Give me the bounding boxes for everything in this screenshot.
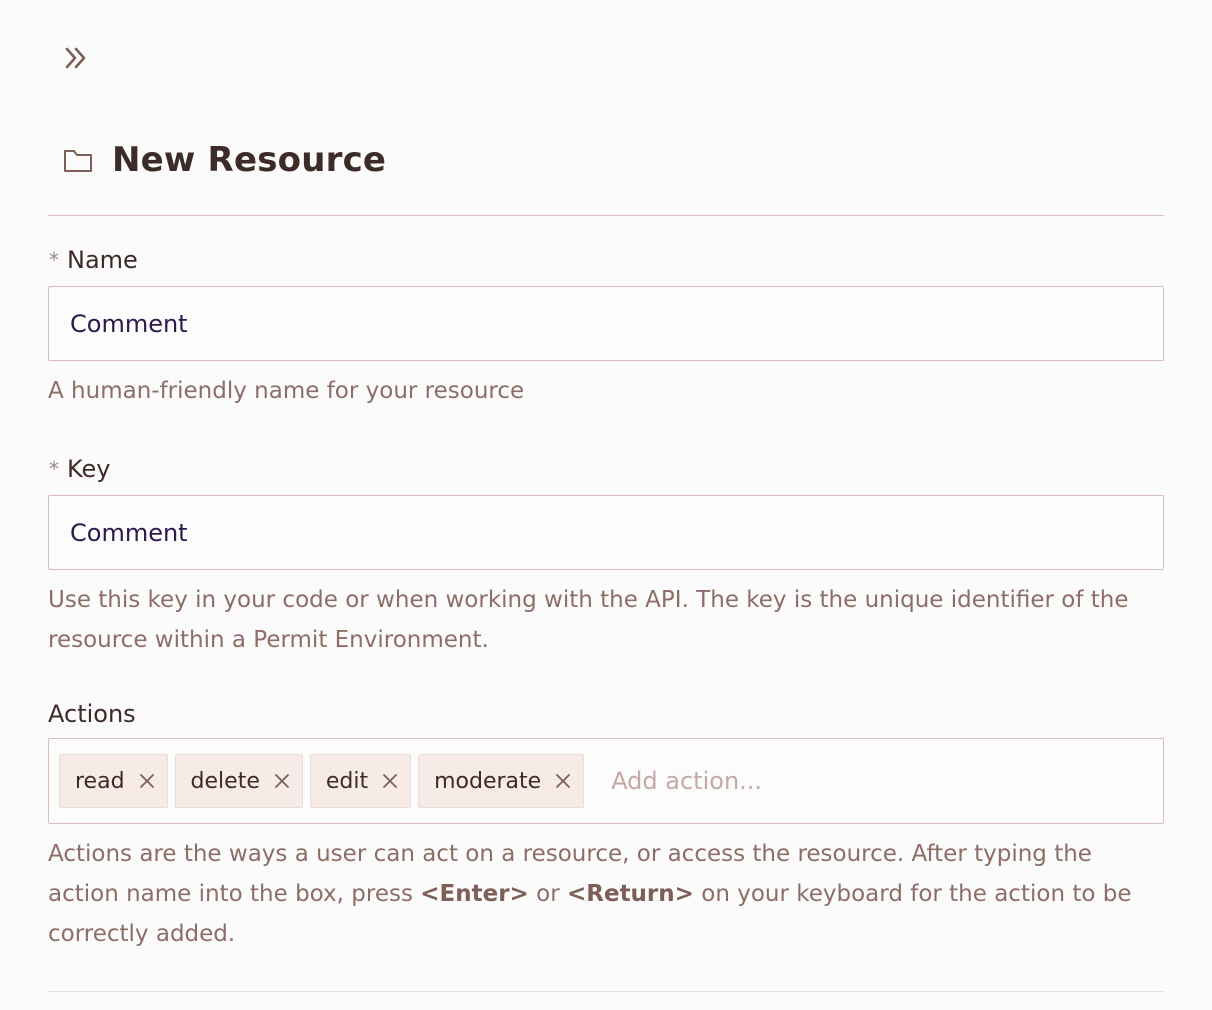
action-tag-delete: delete: [174, 754, 303, 808]
required-mark: *: [49, 457, 59, 481]
return-key-hint: <Return>: [566, 881, 694, 907]
add-action-input[interactable]: [609, 766, 1014, 796]
action-tag-label: delete: [190, 768, 260, 794]
enter-key-hint: <Enter>: [420, 881, 529, 907]
remove-tag-read-button[interactable]: [138, 772, 156, 790]
remove-tag-edit-button[interactable]: [381, 772, 399, 790]
action-tag-label: read: [75, 768, 125, 794]
header-divider: [48, 215, 1164, 216]
name-help-text: A human-friendly name for your resource: [48, 378, 525, 404]
actions-help-part2: or: [528, 881, 567, 907]
expand-sidebar-button[interactable]: [56, 40, 96, 80]
actions-help-text: Actions are the ways a user can act on a…: [48, 834, 1164, 954]
actions-field-group: Actions read delete edit moderate Add ac…: [48, 699, 1164, 954]
double-chevron-right-icon: [62, 44, 90, 76]
close-icon: [274, 774, 289, 788]
close-icon: [556, 774, 571, 788]
name-input[interactable]: [48, 286, 1164, 361]
remove-tag-delete-button[interactable]: [273, 772, 291, 790]
name-label: * Name: [48, 245, 1164, 275]
remove-tag-moderate-button[interactable]: [554, 772, 572, 790]
actions-tag-input[interactable]: read delete edit moderate: [48, 738, 1164, 824]
key-help-text: Use this key in your code or when workin…: [48, 587, 1129, 653]
key-input[interactable]: [48, 495, 1164, 570]
action-tag-moderate: moderate: [418, 754, 585, 808]
close-icon: [139, 774, 154, 788]
action-tag-label: moderate: [434, 768, 542, 794]
page-header: New Resource: [48, 130, 1164, 190]
name-label-text: Name: [67, 246, 138, 274]
required-mark: *: [49, 248, 59, 272]
action-tag-read: read: [59, 754, 168, 808]
key-label: * Key: [48, 454, 1164, 484]
action-tag-label: edit: [325, 768, 369, 794]
name-field-group: * Name A human-friendly name for your re…: [48, 245, 1164, 411]
key-label-text: Key: [67, 455, 111, 483]
folder-icon: [62, 144, 94, 176]
footer-divider: [48, 991, 1164, 992]
action-tag-edit: edit: [309, 754, 412, 808]
close-icon: [383, 774, 398, 788]
new-resource-page: New Resource * Name A human-friendly nam…: [0, 0, 1212, 1010]
actions-label: Actions: [48, 699, 1164, 729]
actions-label-text: Actions: [48, 700, 136, 728]
key-field-group: * Key Use this key in your code or when …: [48, 454, 1164, 660]
page-title: New Resource: [112, 140, 387, 180]
